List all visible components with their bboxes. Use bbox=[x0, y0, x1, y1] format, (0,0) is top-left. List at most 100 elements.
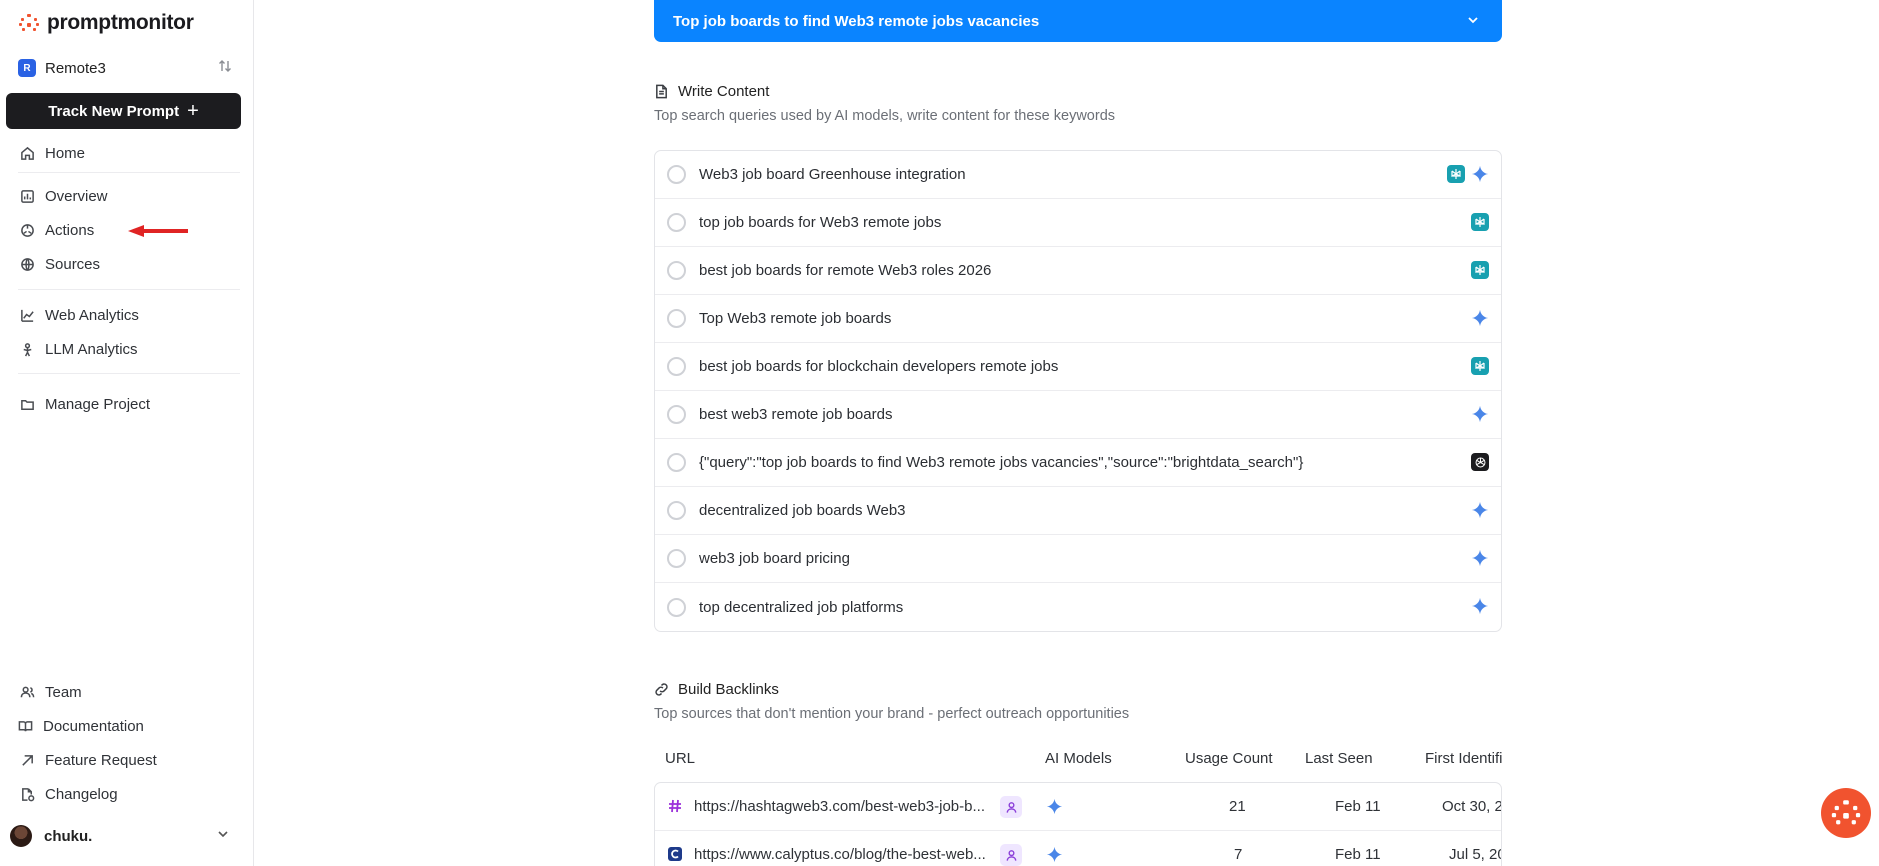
checkbox[interactable] bbox=[667, 357, 686, 376]
checkbox[interactable] bbox=[667, 405, 686, 424]
llm-icon bbox=[23, 342, 32, 356]
ai-model-icons bbox=[1471, 501, 1489, 519]
logo-text: promptmonitor bbox=[47, 11, 194, 34]
query-text: top decentralized job platforms bbox=[699, 598, 904, 616]
write-content-subtitle: Top search queries used by AI models, wr… bbox=[654, 108, 1116, 124]
write-content-title-text: Write Content bbox=[678, 83, 770, 100]
list-item[interactable]: top job boards for Web3 remote jobs bbox=[655, 199, 1501, 247]
hashtag-icon bbox=[669, 799, 681, 813]
gemini-icon bbox=[1471, 165, 1489, 183]
sidebar-item-documentation[interactable]: Documentation bbox=[18, 715, 144, 737]
analytics-icon bbox=[21, 309, 34, 322]
list-item[interactable]: top decentralized job platforms bbox=[655, 583, 1501, 631]
sidebar: promptmonitor R Remote3 Track New Prompt… bbox=[0, 0, 254, 866]
table-row[interactable]: https://www.calyptus.co/blog/the-best-we… bbox=[655, 831, 1501, 866]
list-item[interactable]: best web3 remote job boards bbox=[655, 391, 1501, 439]
table-row[interactable]: https://hashtagweb3.com/best-web3-job-b.… bbox=[655, 783, 1501, 831]
last-seen: Feb 11 bbox=[1335, 846, 1381, 863]
checkbox[interactable] bbox=[667, 453, 686, 472]
swap-vertical-icon[interactable] bbox=[218, 59, 232, 76]
annotation-arrow-icon bbox=[128, 225, 188, 237]
backlink-url[interactable]: https://hashtagweb3.com/best-web3-job-b.… bbox=[694, 798, 985, 815]
changelog-icon bbox=[22, 787, 35, 801]
actions-icon bbox=[21, 223, 34, 237]
list-item[interactable]: best job boards for blockchain developer… bbox=[655, 343, 1501, 391]
column-header-url[interactable]: URL bbox=[665, 750, 695, 767]
checkbox[interactable] bbox=[667, 597, 686, 617]
column-header-last-seen[interactable]: Last Seen bbox=[1305, 750, 1373, 767]
track-new-prompt-label: Track New Prompt bbox=[48, 102, 180, 120]
query-text: web3 job board pricing bbox=[699, 550, 850, 567]
column-header-usage-count[interactable]: Usage Count bbox=[1185, 750, 1273, 767]
openai-icon bbox=[1471, 453, 1489, 471]
list-item[interactable]: Web3 job board Greenhouse integration bbox=[655, 151, 1501, 199]
list-item[interactable]: Top Web3 remote job boards bbox=[655, 295, 1501, 343]
build-backlinks-title: Build Backlinks bbox=[654, 681, 779, 698]
logo[interactable]: promptmonitor bbox=[17, 10, 194, 36]
sidebar-item-sources[interactable]: Sources bbox=[20, 253, 100, 275]
checkbox[interactable] bbox=[667, 501, 686, 520]
query-text: {"query":"top job boards to find Web3 re… bbox=[699, 454, 1304, 471]
sidebar-item-label: Overview bbox=[45, 187, 108, 205]
prompt-banner-title: Top job boards to find Web3 remote jobs … bbox=[673, 12, 1040, 30]
list-item[interactable]: {"query":"top job boards to find Web3 re… bbox=[655, 439, 1501, 487]
query-text: decentralized job boards Web3 bbox=[699, 502, 906, 519]
sidebar-item-actions[interactable]: Actions bbox=[20, 219, 94, 241]
list-item[interactable]: best job boards for remote Web3 roles 20… bbox=[655, 247, 1501, 295]
gemini-icon bbox=[1471, 309, 1489, 327]
document-icon bbox=[656, 84, 667, 99]
chevron-down-icon[interactable] bbox=[1466, 13, 1480, 27]
backlink-url[interactable]: https://www.calyptus.co/blog/the-best-we… bbox=[694, 846, 986, 863]
first-identified: Jul 5, 20 bbox=[1449, 846, 1502, 863]
folder-icon bbox=[21, 399, 34, 410]
query-list: Web3 job board Greenhouse integration top… bbox=[654, 150, 1502, 632]
track-new-prompt-button[interactable]: Track New Prompt + bbox=[6, 93, 241, 129]
checkbox[interactable] bbox=[667, 261, 686, 280]
sidebar-item-label: Changelog bbox=[45, 785, 118, 803]
query-text: top job boards for Web3 remote jobs bbox=[699, 214, 942, 231]
column-header-ai-models[interactable]: AI Models bbox=[1045, 750, 1112, 767]
home-icon bbox=[21, 146, 34, 160]
avatar bbox=[10, 825, 32, 847]
sidebar-item-home[interactable]: Home bbox=[20, 142, 85, 164]
build-backlinks-title-text: Build Backlinks bbox=[678, 681, 779, 698]
query-text: best job boards for remote Web3 roles 20… bbox=[699, 262, 992, 279]
column-header-first-identified[interactable]: First Identifi bbox=[1425, 750, 1502, 767]
chart-icon bbox=[21, 189, 34, 203]
checkbox[interactable] bbox=[667, 213, 686, 232]
gemini-icon bbox=[1046, 798, 1063, 815]
sidebar-item-team[interactable]: Team bbox=[20, 681, 82, 703]
first-identified: Oct 30, 2 bbox=[1442, 798, 1502, 815]
sidebar-item-label: Manage Project bbox=[45, 395, 151, 413]
support-chat-button[interactable] bbox=[1821, 788, 1871, 838]
user-menu[interactable]: chuku. bbox=[10, 824, 230, 848]
divider bbox=[18, 172, 240, 173]
checkbox[interactable] bbox=[667, 549, 686, 568]
ai-model-icons bbox=[1447, 165, 1489, 183]
sidebar-item-label: Team bbox=[45, 683, 82, 701]
sidebar-item-label: Documentation bbox=[43, 717, 144, 735]
sidebar-item-changelog[interactable]: Changelog bbox=[20, 783, 118, 805]
sidebar-item-llm-analytics[interactable]: LLM Analytics bbox=[20, 338, 138, 360]
sidebar-item-label: Home bbox=[45, 144, 86, 162]
divider bbox=[18, 289, 240, 290]
book-icon bbox=[18, 720, 33, 731]
build-backlinks-subtitle: Top sources that don't mention your bran… bbox=[654, 706, 1130, 722]
checkbox[interactable] bbox=[667, 309, 686, 328]
ai-model-icons bbox=[1471, 453, 1489, 471]
list-item[interactable]: decentralized job boards Web3 bbox=[655, 487, 1501, 535]
ai-model-icons bbox=[1471, 309, 1489, 327]
prompt-banner[interactable]: Top job boards to find Web3 remote jobs … bbox=[654, 0, 1502, 42]
sidebar-item-manage-project[interactable]: Manage Project bbox=[20, 393, 150, 415]
chevron-down-icon[interactable] bbox=[216, 827, 230, 841]
write-content-title: Write Content bbox=[654, 83, 769, 100]
sidebar-item-feature-request[interactable]: Feature Request bbox=[20, 749, 157, 771]
gemini-icon bbox=[1471, 549, 1489, 567]
checkbox[interactable] bbox=[667, 165, 686, 184]
project-badge: R bbox=[18, 59, 36, 77]
project-switcher[interactable]: R Remote3 bbox=[18, 57, 232, 79]
sidebar-item-web-analytics[interactable]: Web Analytics bbox=[20, 304, 139, 326]
ai-model-icons bbox=[1471, 261, 1489, 279]
sidebar-item-overview[interactable]: Overview bbox=[20, 185, 108, 207]
list-item[interactable]: web3 job board pricing bbox=[655, 535, 1501, 583]
